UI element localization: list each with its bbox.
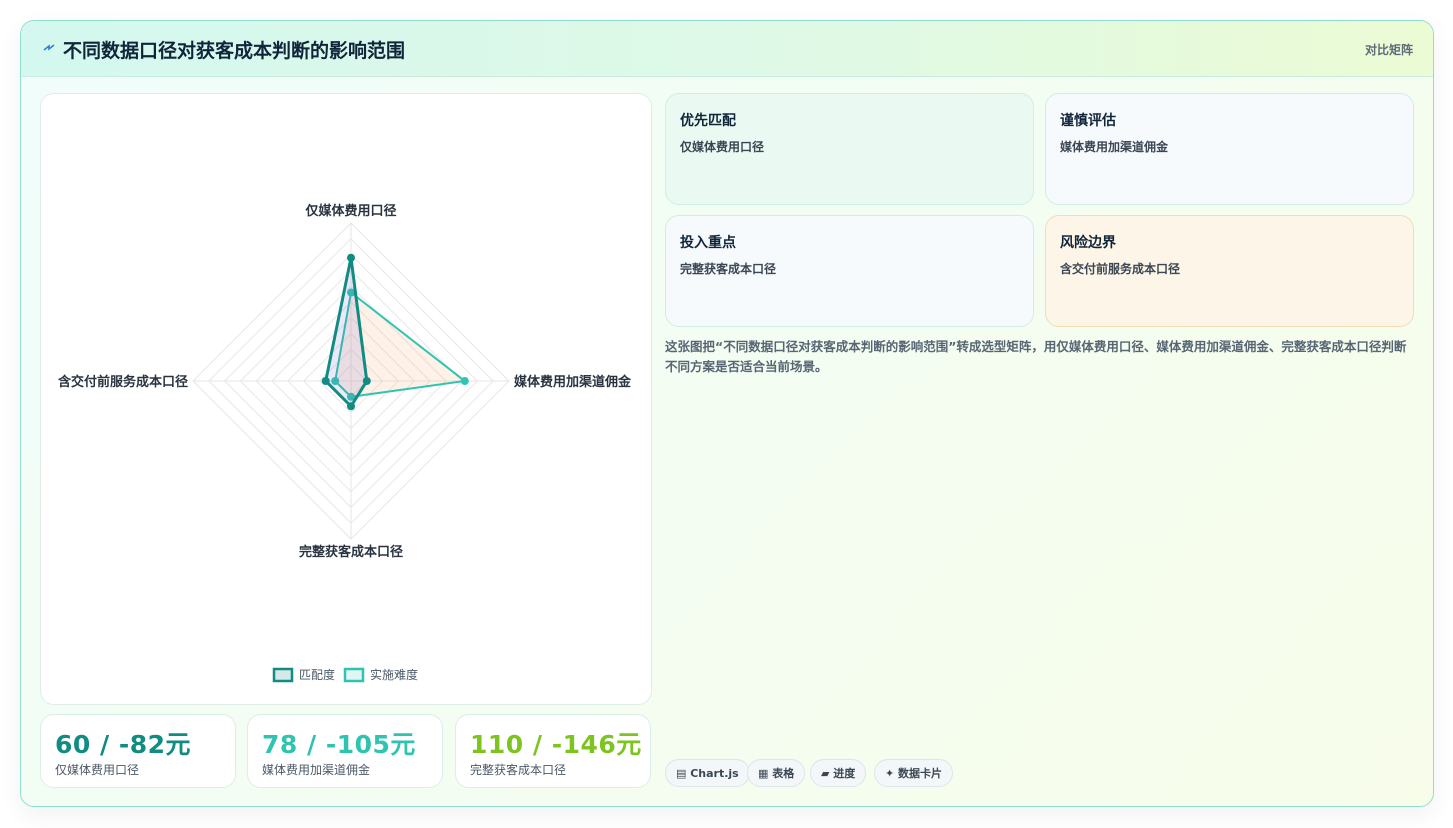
card-text: 仅媒体费用口径 bbox=[680, 140, 765, 154]
chart-legend[interactable]: 匹配度 实施难度 bbox=[272, 667, 418, 683]
card-title: 谨慎评估 bbox=[1060, 113, 1116, 129]
data-point[interactable] bbox=[362, 377, 371, 385]
stat-value: 110 / -146元 bbox=[470, 730, 642, 759]
stat-value: 78 / -105元 bbox=[262, 730, 416, 759]
radar-chart: 仅媒体费用口径媒体费用加渠道佣金完整获客成本口径 含交付前服务成本口径 匹配度 实施… bbox=[57, 203, 632, 683]
legend-label[interactable]: 匹配度 bbox=[299, 667, 335, 682]
card-title: 风险边界 bbox=[1060, 235, 1116, 251]
data-point[interactable] bbox=[321, 377, 330, 385]
legend-swatch[interactable] bbox=[343, 667, 365, 683]
card-priority-match[interactable]: 优先匹配 仅媒体费用口径 bbox=[665, 93, 1034, 205]
card-text: 媒体费用加渠道佣金 bbox=[1060, 140, 1169, 154]
app-frame: 不同数据口径对获客成本判断的影响范围 对比矩阵 仅媒体费用口径 媒体费用加渠道佣金… bbox=[20, 20, 1434, 807]
card-title: 优先匹配 bbox=[680, 113, 736, 129]
stat-card-channel: 78 / -105元 媒体费用加渠道佣金 bbox=[247, 714, 443, 788]
tag-data-card[interactable]: ✦ 数据卡片 bbox=[874, 759, 954, 787]
axis-label: 媒体费用加渠道佣金 bbox=[514, 374, 632, 390]
stat-value: 60 / -82元 bbox=[55, 730, 191, 759]
card-text: 含交付前服务成本口径 bbox=[1060, 262, 1181, 276]
card-title: 投入重点 bbox=[680, 235, 736, 251]
page-title: 不同数据口径对获客成本判断的影响范围 bbox=[63, 40, 406, 62]
tag-table[interactable]: ▦ 表格 bbox=[747, 759, 806, 787]
stat-card-full: 110 / -146元 完整获客成本口径 bbox=[455, 714, 651, 788]
legend-label[interactable]: 实施难度 bbox=[370, 667, 418, 682]
card-risk-boundary[interactable]: 风险边界 含交付前服务成本口径 bbox=[1045, 215, 1414, 327]
data-point[interactable] bbox=[460, 377, 469, 385]
card-careful-eval[interactable]: 谨慎评估 媒体费用加渠道佣金 bbox=[1045, 93, 1414, 205]
card-investment-focus[interactable]: 投入重点 完整获客成本口径 bbox=[665, 215, 1034, 327]
card-text: 完整获客成本口径 bbox=[680, 262, 777, 276]
axis-label: 仅媒体费用口径 bbox=[304, 203, 396, 219]
stat-label: 完整获客成本口径 bbox=[470, 763, 567, 777]
stat-label: 仅媒体费用口径 bbox=[55, 763, 140, 777]
lightning-icon bbox=[43, 44, 55, 51]
axis-label: 含交付前服务成本口径 bbox=[57, 374, 188, 390]
tag-progress[interactable]: ▰ 进度 bbox=[810, 759, 867, 787]
stat-label: 媒体费用加渠道佣金 bbox=[262, 763, 371, 777]
legend-swatch[interactable] bbox=[272, 667, 294, 683]
view-mode-label[interactable]: 对比矩阵 bbox=[1365, 41, 1413, 58]
stat-card-media: 60 / -82元 仅媒体费用口径 bbox=[40, 714, 236, 788]
data-point[interactable] bbox=[347, 253, 355, 262]
radar-chart-panel: 仅媒体费用口径媒体费用加渠道佣金完整获客成本口径 含交付前服务成本口径 匹配度 实施… bbox=[40, 93, 652, 705]
header: 不同数据口径对获客成本判断的影响范围 对比矩阵 bbox=[21, 21, 1433, 77]
tag-chartjs[interactable]: ▤ Chart.js bbox=[665, 759, 750, 787]
data-point[interactable] bbox=[347, 402, 355, 411]
axis-label: 完整获客成本口径 bbox=[299, 544, 403, 560]
chart-description: 这张图把“不同数据口径对获客成本判断的影响范围”转成选型矩阵，用仅媒体费用口径、… bbox=[665, 339, 1407, 374]
